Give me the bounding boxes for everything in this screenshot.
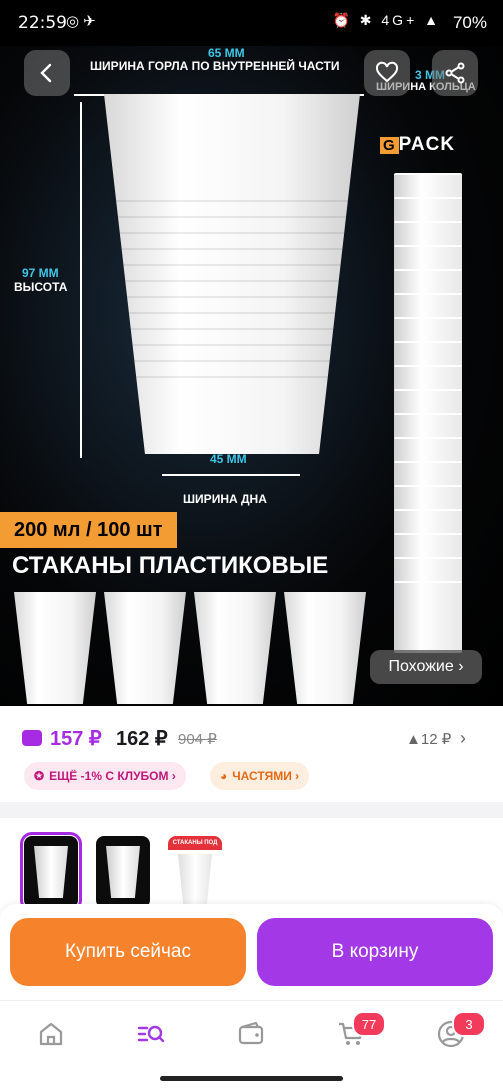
- tab-home[interactable]: [36, 1019, 66, 1049]
- similar-button[interactable]: Похожие ›: [370, 650, 482, 684]
- old-price: 904 ₽: [178, 731, 217, 748]
- wallet-icon: [22, 730, 42, 746]
- back-arrow-icon: [40, 63, 52, 83]
- neck-width-value: 65 MM: [208, 46, 245, 60]
- brand-logo: G PACK: [380, 134, 455, 156]
- wallet-tab-icon: [238, 1021, 264, 1045]
- volume-quantity-badge: 200 мл / 100 шт: [0, 512, 177, 548]
- status-bar: 22:59 ◎✈ ⏰ ✱ 4G+ ▲ 70%: [0, 0, 503, 46]
- pie-icon: ◕: [220, 769, 228, 783]
- add-to-cart-button[interactable]: В корзину: [257, 918, 493, 986]
- share-button[interactable]: [432, 50, 478, 96]
- height-value: 97 MM: [22, 266, 59, 280]
- price-trend[interactable]: ▲12 ₽: [406, 730, 451, 748]
- thumbnail-strip: СТАКАНЫ ПОД РАССАДУ: [0, 818, 503, 918]
- height-label: ВЫСОТА: [14, 280, 68, 294]
- thumbnail-caption: СТАКАНЫ ПОД РАССАДУ: [168, 836, 222, 850]
- cart-badge: 77: [352, 1011, 386, 1037]
- main-cup-illustration: [104, 94, 360, 454]
- home-icon: [39, 1022, 63, 1046]
- back-button[interactable]: [24, 50, 70, 96]
- buy-now-button[interactable]: Купить сейчас: [10, 918, 246, 986]
- heart-icon: [375, 61, 399, 83]
- neck-width-label: ШИРИНА ГОРЛА ПО ВНУТРЕННЕЙ ЧАСТИ: [90, 59, 340, 73]
- height-arrow: [80, 102, 82, 458]
- tab-profile[interactable]: 3: [436, 1011, 486, 1049]
- regular-price: 162 ₽: [116, 728, 168, 750]
- price-section: 157 ₽ 162 ₽ 904 ₽ ▲12 ₽ › ✪ ЕЩЁ -1% С КЛУ…: [0, 706, 503, 802]
- tab-catalog[interactable]: [136, 1019, 166, 1049]
- system-icons: ⏰ ✱ 4G+ ▲: [332, 12, 441, 28]
- small-cup-illustration: [104, 592, 186, 704]
- thumbnail-3[interactable]: СТАКАНЫ ПОД РАССАДУ: [168, 836, 222, 908]
- bottom-width-arrow: [162, 474, 300, 476]
- notification-icons: ◎✈: [66, 13, 100, 30]
- chevron-right-icon[interactable]: ›: [460, 728, 466, 749]
- catalog-search-icon: [137, 1025, 165, 1043]
- hero-title: СТАКАНЫ ПЛАСТИКОВЫЕ: [12, 552, 329, 579]
- installments-chip[interactable]: ◕ ЧАСТЯМИ ›: [210, 762, 310, 790]
- thumbnail-2[interactable]: [96, 836, 150, 908]
- favorite-button[interactable]: [364, 50, 410, 96]
- small-cup-illustration: [14, 592, 96, 704]
- network-label: 4G+: [381, 12, 418, 28]
- profile-badge: 3: [452, 1011, 486, 1037]
- battery-level: 70%: [452, 13, 487, 32]
- tab-cart[interactable]: 77: [336, 1011, 386, 1049]
- small-cup-illustration: [194, 592, 276, 704]
- small-cup-illustration: [284, 592, 366, 704]
- club-discount-chip[interactable]: ✪ ЕЩЁ -1% С КЛУБОМ ›: [24, 762, 186, 790]
- product-image[interactable]: 65 MM ШИРИНА ГОРЛА ПО ВНУТРЕННЕЙ ЧАСТИ 3…: [0, 46, 503, 706]
- thumbnail-1[interactable]: [20, 832, 82, 912]
- club-price: 157 ₽: [50, 728, 102, 750]
- action-bar: Купить сейчас В корзину: [0, 904, 503, 1000]
- brand-logo-letter: G: [380, 137, 399, 154]
- star-icon: ✪: [34, 769, 45, 783]
- tab-wallet[interactable]: [236, 1019, 266, 1049]
- status-time: 22:59: [18, 13, 67, 33]
- bottom-width-label: ШИРИНА ДНА: [183, 492, 267, 506]
- bottom-width-value: 45 MM: [210, 452, 247, 466]
- home-indicator[interactable]: [160, 1076, 343, 1081]
- share-icon: [445, 62, 465, 84]
